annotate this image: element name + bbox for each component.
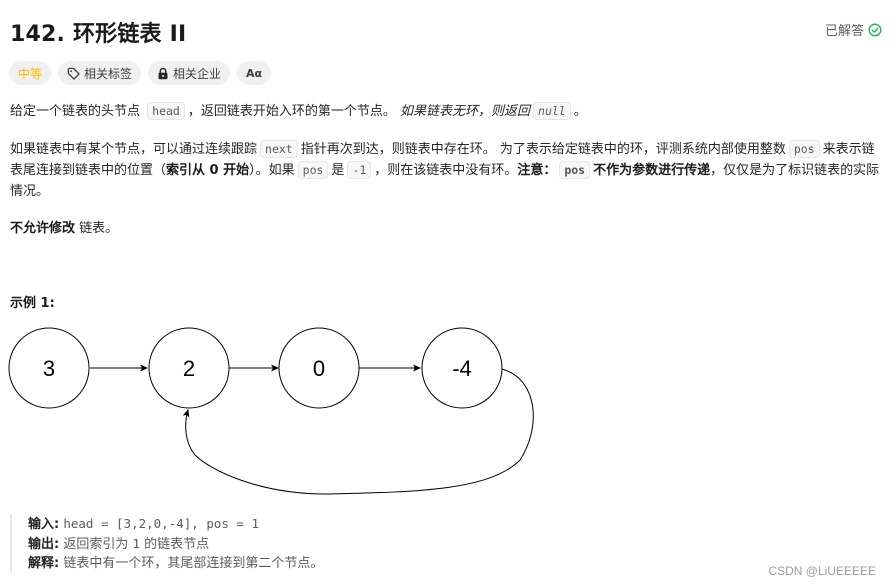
lock-icon: [158, 67, 168, 79]
translate-icon: Aα: [246, 66, 263, 80]
related-companies-label: 相关企业: [173, 66, 222, 81]
inline-code-pos-bold: pos: [559, 161, 591, 179]
inline-code-pos: pos: [788, 140, 820, 158]
list-node: 2: [148, 327, 230, 409]
difficulty-badge[interactable]: 中等: [9, 61, 52, 85]
example-input: 输入: head = [3,2,0,-4], pos = 1: [28, 516, 260, 532]
related-tags-label: 相关标签: [84, 66, 133, 81]
tag-bar: 中等 相关标签 相关企业 Aα: [9, 61, 272, 85]
list-node: 0: [278, 327, 360, 409]
watermark: CSDN @LiUEEEEE: [768, 564, 876, 578]
inline-code-head: head: [147, 102, 185, 120]
node-value: 0: [313, 356, 325, 381]
inline-code-null: null: [533, 102, 571, 120]
example-heading: 示例 1:: [10, 296, 55, 311]
description-paragraph-3: 不允许修改 链表。: [10, 221, 119, 236]
related-companies-button[interactable]: 相关企业: [148, 61, 231, 85]
linked-list-diagram: 3 2 0 -4: [8, 327, 534, 495]
node-value: -4: [452, 356, 472, 381]
difficulty-label: 中等: [18, 66, 43, 81]
example-explanation: 解释: 链表中有一个环，其尾部连接到第二个节点。: [28, 556, 324, 571]
description-paragraph-1: 给定一个链表的头节点 head ，返回链表开始入环的第一个节点。 如果链表无环，则…: [10, 102, 587, 120]
problem-title: 142. 环形链表 II: [10, 22, 187, 47]
node-value: 3: [43, 356, 55, 381]
translate-button[interactable]: Aα: [237, 61, 272, 85]
inline-code-next: next: [260, 140, 298, 158]
check-circle-icon: [868, 22, 882, 37]
tag-icon: [67, 67, 80, 80]
related-tags-button[interactable]: 相关标签: [58, 61, 142, 85]
example-block: 输入: head = [3,2,0,-4], pos = 1 输出: 返回索引为…: [10, 514, 323, 573]
node-value: 2: [183, 356, 195, 381]
example-output: 输出: 返回索引为 1 的链表节点: [28, 536, 210, 552]
list-node: 3: [8, 327, 90, 409]
description-paragraph-2: 如果链表中有某个节点，可以通过连续跟踪 next 指针再次到达，则链表中存在环。 为…: [10, 140, 880, 199]
list-node: -4: [421, 327, 503, 409]
inline-code-minus-one: -1: [347, 161, 372, 179]
solved-status: 已解答: [825, 20, 882, 39]
solved-label: 已解答: [824, 24, 864, 39]
inline-code-pos: pos: [297, 161, 329, 179]
